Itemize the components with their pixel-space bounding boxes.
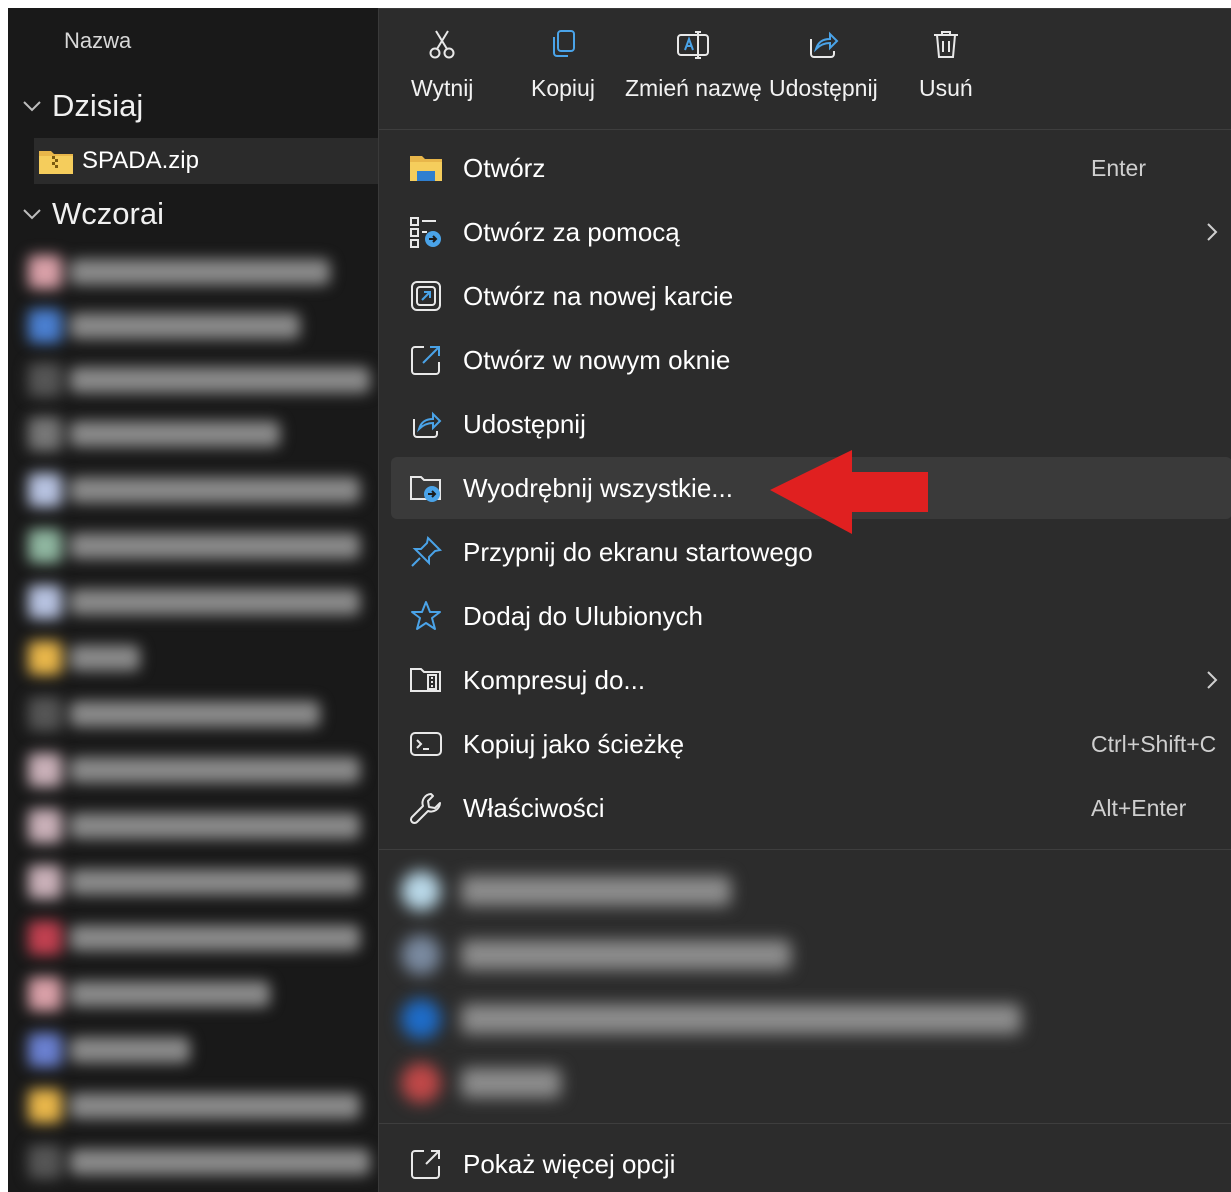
toolbar-delete-button[interactable]: Usuń: [919, 27, 973, 102]
toolbar-rename-button[interactable]: Zmień nazwę: [625, 27, 762, 102]
folder-open-icon: [409, 151, 443, 185]
file-name: SPADA.zip: [82, 147, 199, 174]
chevron-down-icon: [18, 92, 46, 120]
blurred-file-row: [28, 1030, 190, 1070]
blurred-file-row: [28, 470, 360, 510]
wrench-icon: [409, 791, 443, 825]
blurred-file-row: [28, 638, 140, 678]
menu-item-label: Pokaż więcej opcji: [463, 1148, 676, 1179]
share-icon: [409, 407, 443, 441]
blurred-file-row: [28, 414, 280, 454]
pin-icon: [409, 535, 443, 569]
menu-item-add-favorites[interactable]: Dodaj do Ulubionych: [391, 585, 1231, 647]
menu-item-shortcut: Ctrl+Shift+C: [1091, 730, 1217, 757]
blurred-file-row: [28, 806, 360, 846]
chevron-right-icon: [1201, 667, 1223, 693]
copy-icon: [546, 27, 580, 61]
blurred-file-row: [28, 1142, 370, 1182]
toolbar-label: Wytnij: [411, 75, 474, 101]
menu-item-open-new-tab[interactable]: Otwórz na nowej karcie: [391, 265, 1231, 327]
menu-item-label: Otwórz za pomocą: [463, 216, 680, 247]
menu-item-label: Właściwości: [463, 792, 605, 823]
menu-item-shortcut: Alt+Enter: [1091, 794, 1187, 821]
menu-item-compress[interactable]: Kompresuj do...: [391, 649, 1231, 711]
toolbar-cut-button[interactable]: Wytnij: [411, 27, 473, 102]
show-more-icon: [409, 1147, 443, 1181]
new-tab-icon: [409, 279, 443, 313]
blurred-file-row: [28, 862, 360, 902]
menu-item-label: Wyodrębnij wszystkie...: [463, 472, 733, 503]
menu-item-label: Kompresuj do...: [463, 664, 646, 695]
blurred-file-row: [28, 360, 370, 400]
blurred-file-row: [28, 306, 300, 346]
toolbar-label: Kopiuj: [531, 75, 595, 101]
zip-folder-icon: [38, 147, 74, 175]
open-with-icon: [409, 215, 443, 249]
blurred-menu-item: [401, 989, 1021, 1049]
menu-item-label: Otwórz na nowej karcie: [463, 280, 734, 311]
menu-divider: [379, 1123, 1231, 1124]
rename-icon: [676, 27, 710, 61]
menu-item-label: Otwórz w nowym oknie: [463, 344, 731, 375]
blurred-file-row: [28, 526, 360, 566]
blurred-file-row: [28, 252, 330, 292]
menu-item-label: Przypnij do ekranu startowego: [463, 536, 813, 567]
context-menu: Wytnij Kopiuj Zmień nazwę Udostępnij Usu…: [378, 8, 1231, 1192]
star-icon: [409, 599, 443, 633]
toolbar-label: Usuń: [919, 75, 973, 101]
menu-item-label: Dodaj do Ulubionych: [463, 600, 703, 631]
group-header-today[interactable]: Dzisiaj: [18, 86, 143, 126]
toolbar-copy-button[interactable]: Kopiuj: [531, 27, 595, 102]
toolbar-label: Udostępnij: [769, 75, 878, 101]
menu-item-open-with[interactable]: Otwórz za pomocą: [391, 201, 1231, 263]
menu-item-copy-as-path[interactable]: Kopiuj jako ścieżkę Ctrl+Shift+C: [391, 713, 1231, 775]
blurred-menu-item: [401, 925, 791, 985]
group-label: Dzisiaj: [52, 88, 144, 123]
menu-item-share[interactable]: Udostępnij: [391, 393, 1231, 455]
extract-icon: [409, 471, 443, 505]
red-arrow-annotation: [770, 450, 928, 534]
file-explorer-list: Nazwa Dzisiaj SPADA.zip Wczorai: [8, 8, 388, 1192]
blurred-file-row: [28, 694, 320, 734]
toolbar-label: Zmień nazwę: [625, 75, 762, 101]
new-window-icon: [409, 343, 443, 377]
chevron-down-icon: [18, 200, 46, 228]
blurred-file-row: [28, 974, 270, 1014]
blurred-file-row: [28, 1086, 360, 1126]
share-icon: [806, 27, 840, 61]
scissors-icon: [425, 27, 459, 61]
blurred-file-row: [28, 918, 360, 958]
group-header-yesterday[interactable]: Wczorai: [18, 194, 164, 234]
toolbar-share-button[interactable]: Udostępnij: [769, 27, 878, 102]
menu-item-open[interactable]: Otwórz Enter: [391, 137, 1231, 199]
blurred-file-row: [28, 582, 360, 622]
menu-item-label: Otwórz: [463, 152, 546, 183]
compress-icon: [409, 663, 443, 697]
column-header-name[interactable]: Nazwa: [64, 28, 131, 54]
menu-item-shortcut: Enter: [1091, 154, 1146, 181]
chevron-right-icon: [1201, 219, 1223, 245]
context-menu-toolbar: Wytnij Kopiuj Zmień nazwę Udostępnij Usu…: [379, 9, 1231, 129]
trash-icon: [929, 27, 963, 61]
group-label: Wczorai: [52, 196, 164, 231]
file-row-selected[interactable]: SPADA.zip: [34, 138, 388, 184]
menu-item-properties[interactable]: Właściwości Alt+Enter: [391, 777, 1231, 839]
menu-divider: [379, 849, 1231, 850]
menu-item-show-more-options[interactable]: Pokaż więcej opcji: [391, 1133, 1231, 1192]
menu-item-label: Kopiuj jako ścieżkę: [463, 728, 685, 759]
menu-divider: [379, 129, 1231, 130]
menu-item-open-new-window[interactable]: Otwórz w nowym oknie: [391, 329, 1231, 391]
menu-item-label: Udostępnij: [463, 408, 586, 439]
blurred-menu-item: [401, 1053, 561, 1113]
blurred-file-row: [28, 750, 360, 790]
copy-path-icon: [409, 727, 443, 761]
blurred-menu-item: [401, 861, 731, 921]
